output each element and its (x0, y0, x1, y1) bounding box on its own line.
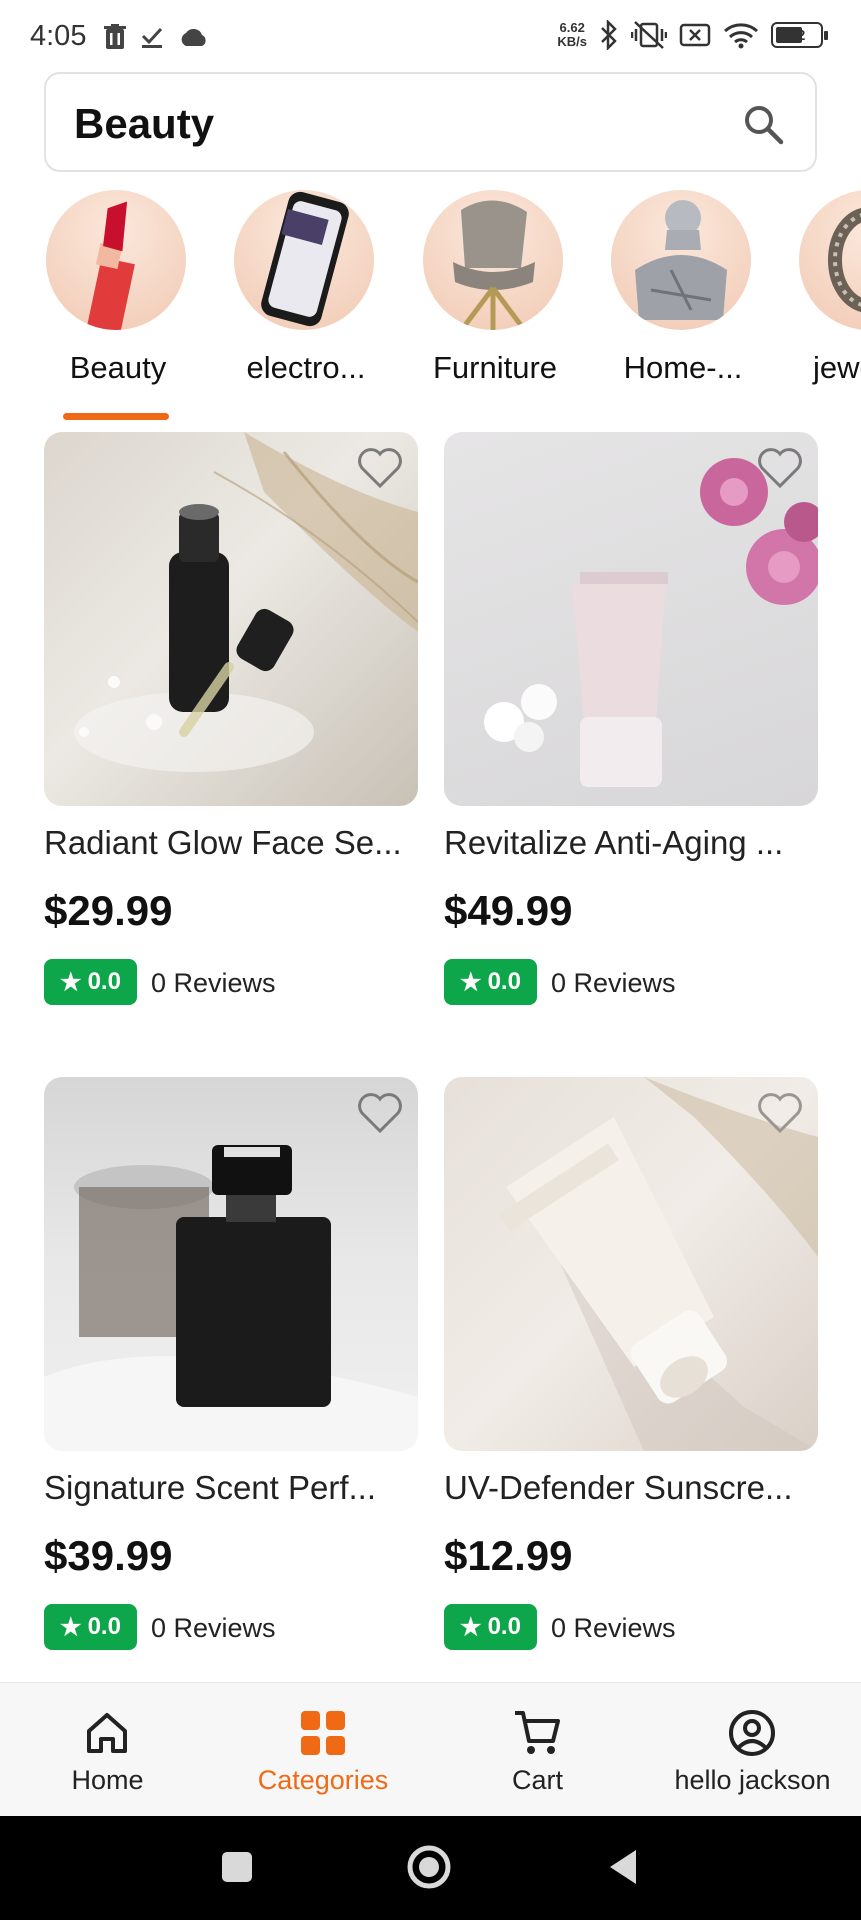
perfume-bottle-image[interactable] (44, 1077, 418, 1451)
search-icon[interactable] (741, 102, 785, 146)
star-icon: ★ (60, 1613, 82, 1641)
search-value: Beauty (74, 100, 215, 147)
ring-icon (799, 190, 861, 330)
rating-value: 0.0 (87, 968, 121, 995)
product-price: $29.99 (44, 887, 173, 934)
product-name: Revitalize Anti-Aging ... (444, 824, 784, 861)
heart-icon[interactable] (756, 1091, 804, 1135)
status-time: 4:05 (30, 20, 87, 52)
category-selected-indicator (63, 413, 169, 420)
phone-icon (234, 190, 374, 330)
product-price: $49.99 (444, 887, 573, 934)
category-label: Home-... (623, 350, 743, 385)
product-name: UV-Defender Sunscre... (444, 1469, 793, 1506)
bottom-navigation: Home Categories Cart hello jackson (0, 1682, 861, 1816)
nav-item-cart[interactable]: Cart (480, 1683, 595, 1817)
star-icon: ★ (60, 968, 82, 996)
net-speed-value: 6.62 (559, 20, 585, 35)
statue-icon (611, 190, 751, 330)
back-icon[interactable] (606, 1848, 640, 1886)
battery-icon: 52 (771, 22, 828, 48)
bluetooth-icon (601, 20, 617, 50)
serum-bottle-image[interactable] (44, 432, 418, 806)
status-left-icons (104, 24, 208, 50)
product-price: $12.99 (444, 1532, 573, 1579)
chair-icon (423, 190, 563, 330)
rating-badge: ★ 0.0 (44, 1604, 137, 1650)
heart-icon[interactable] (756, 446, 804, 490)
check-icon (141, 27, 163, 48)
reviews-count: 0 Reviews (151, 1613, 276, 1643)
reviews-count: 0 Reviews (551, 1613, 676, 1643)
trash-icon (104, 24, 126, 49)
product-name: Radiant Glow Face Se... (44, 824, 402, 861)
user-icon (729, 1710, 775, 1756)
heart-icon[interactable] (356, 446, 404, 490)
cart-icon (515, 1711, 560, 1754)
category-strip[interactable]: Beauty electro... Furniture Home-... jew… (0, 190, 861, 420)
category-label: electro... (246, 350, 366, 385)
category-item-electronics[interactable]: electro... (225, 190, 375, 420)
category-item-furniture[interactable]: Furniture (414, 190, 564, 420)
rating-value: 0.0 (87, 1613, 121, 1640)
rating-value: 0.0 (487, 1613, 521, 1640)
status-right-icons: 6.62 KB/s 52 (557, 20, 828, 50)
nav-label: hello jackson (674, 1765, 831, 1795)
sunscreen-tube-image[interactable] (444, 1077, 818, 1451)
product-price: $39.99 (44, 1532, 173, 1579)
grid-icon (301, 1711, 345, 1755)
category-label: jewe (813, 350, 861, 385)
status-bar: 4:05 6.62 KB/s 52 (0, 0, 861, 72)
reviews-count: 0 Reviews (551, 968, 676, 998)
wifi-icon (724, 23, 758, 49)
home-icon (87, 1713, 127, 1753)
nav-item-home[interactable]: Home (40, 1683, 175, 1817)
nav-item-categories[interactable]: Categories (248, 1683, 398, 1817)
net-speed-unit: KB/s (557, 34, 587, 49)
cloud-icon (181, 28, 206, 46)
lipstick-icon (46, 190, 186, 330)
rating-badge: ★ 0.0 (44, 959, 137, 1005)
star-icon: ★ (460, 1613, 482, 1641)
rating-value: 0.0 (487, 968, 521, 995)
star-icon: ★ (460, 968, 482, 996)
nav-label: Categories (257, 1765, 389, 1795)
cream-tube-image[interactable] (444, 432, 818, 806)
no-sim-icon (679, 23, 711, 47)
home-button-icon[interactable] (406, 1844, 452, 1890)
heart-icon[interactable] (356, 1091, 404, 1135)
category-label: Beauty (69, 350, 167, 385)
rating-badge: ★ 0.0 (444, 1604, 537, 1650)
nav-label: Cart (511, 1765, 563, 1795)
category-label: Furniture (432, 350, 558, 385)
battery-level: 52 (788, 26, 806, 44)
search-input[interactable]: Beauty (44, 72, 817, 172)
nav-item-profile[interactable]: hello jackson (660, 1683, 845, 1817)
nav-label: Home (71, 1765, 144, 1795)
product-name: Signature Scent Perf... (44, 1469, 377, 1506)
net-speed: 6.62 KB/s (557, 21, 587, 49)
system-navigation-bar (0, 1816, 861, 1920)
category-item-beauty[interactable]: Beauty (37, 190, 187, 420)
rating-badge: ★ 0.0 (444, 959, 537, 1005)
category-item-jewelry[interactable]: jewe (790, 190, 861, 420)
vibrate-off-icon (631, 21, 667, 49)
recent-apps-icon[interactable] (220, 1850, 254, 1884)
reviews-count: 0 Reviews (151, 968, 276, 998)
category-item-home[interactable]: Home-... (602, 190, 752, 420)
